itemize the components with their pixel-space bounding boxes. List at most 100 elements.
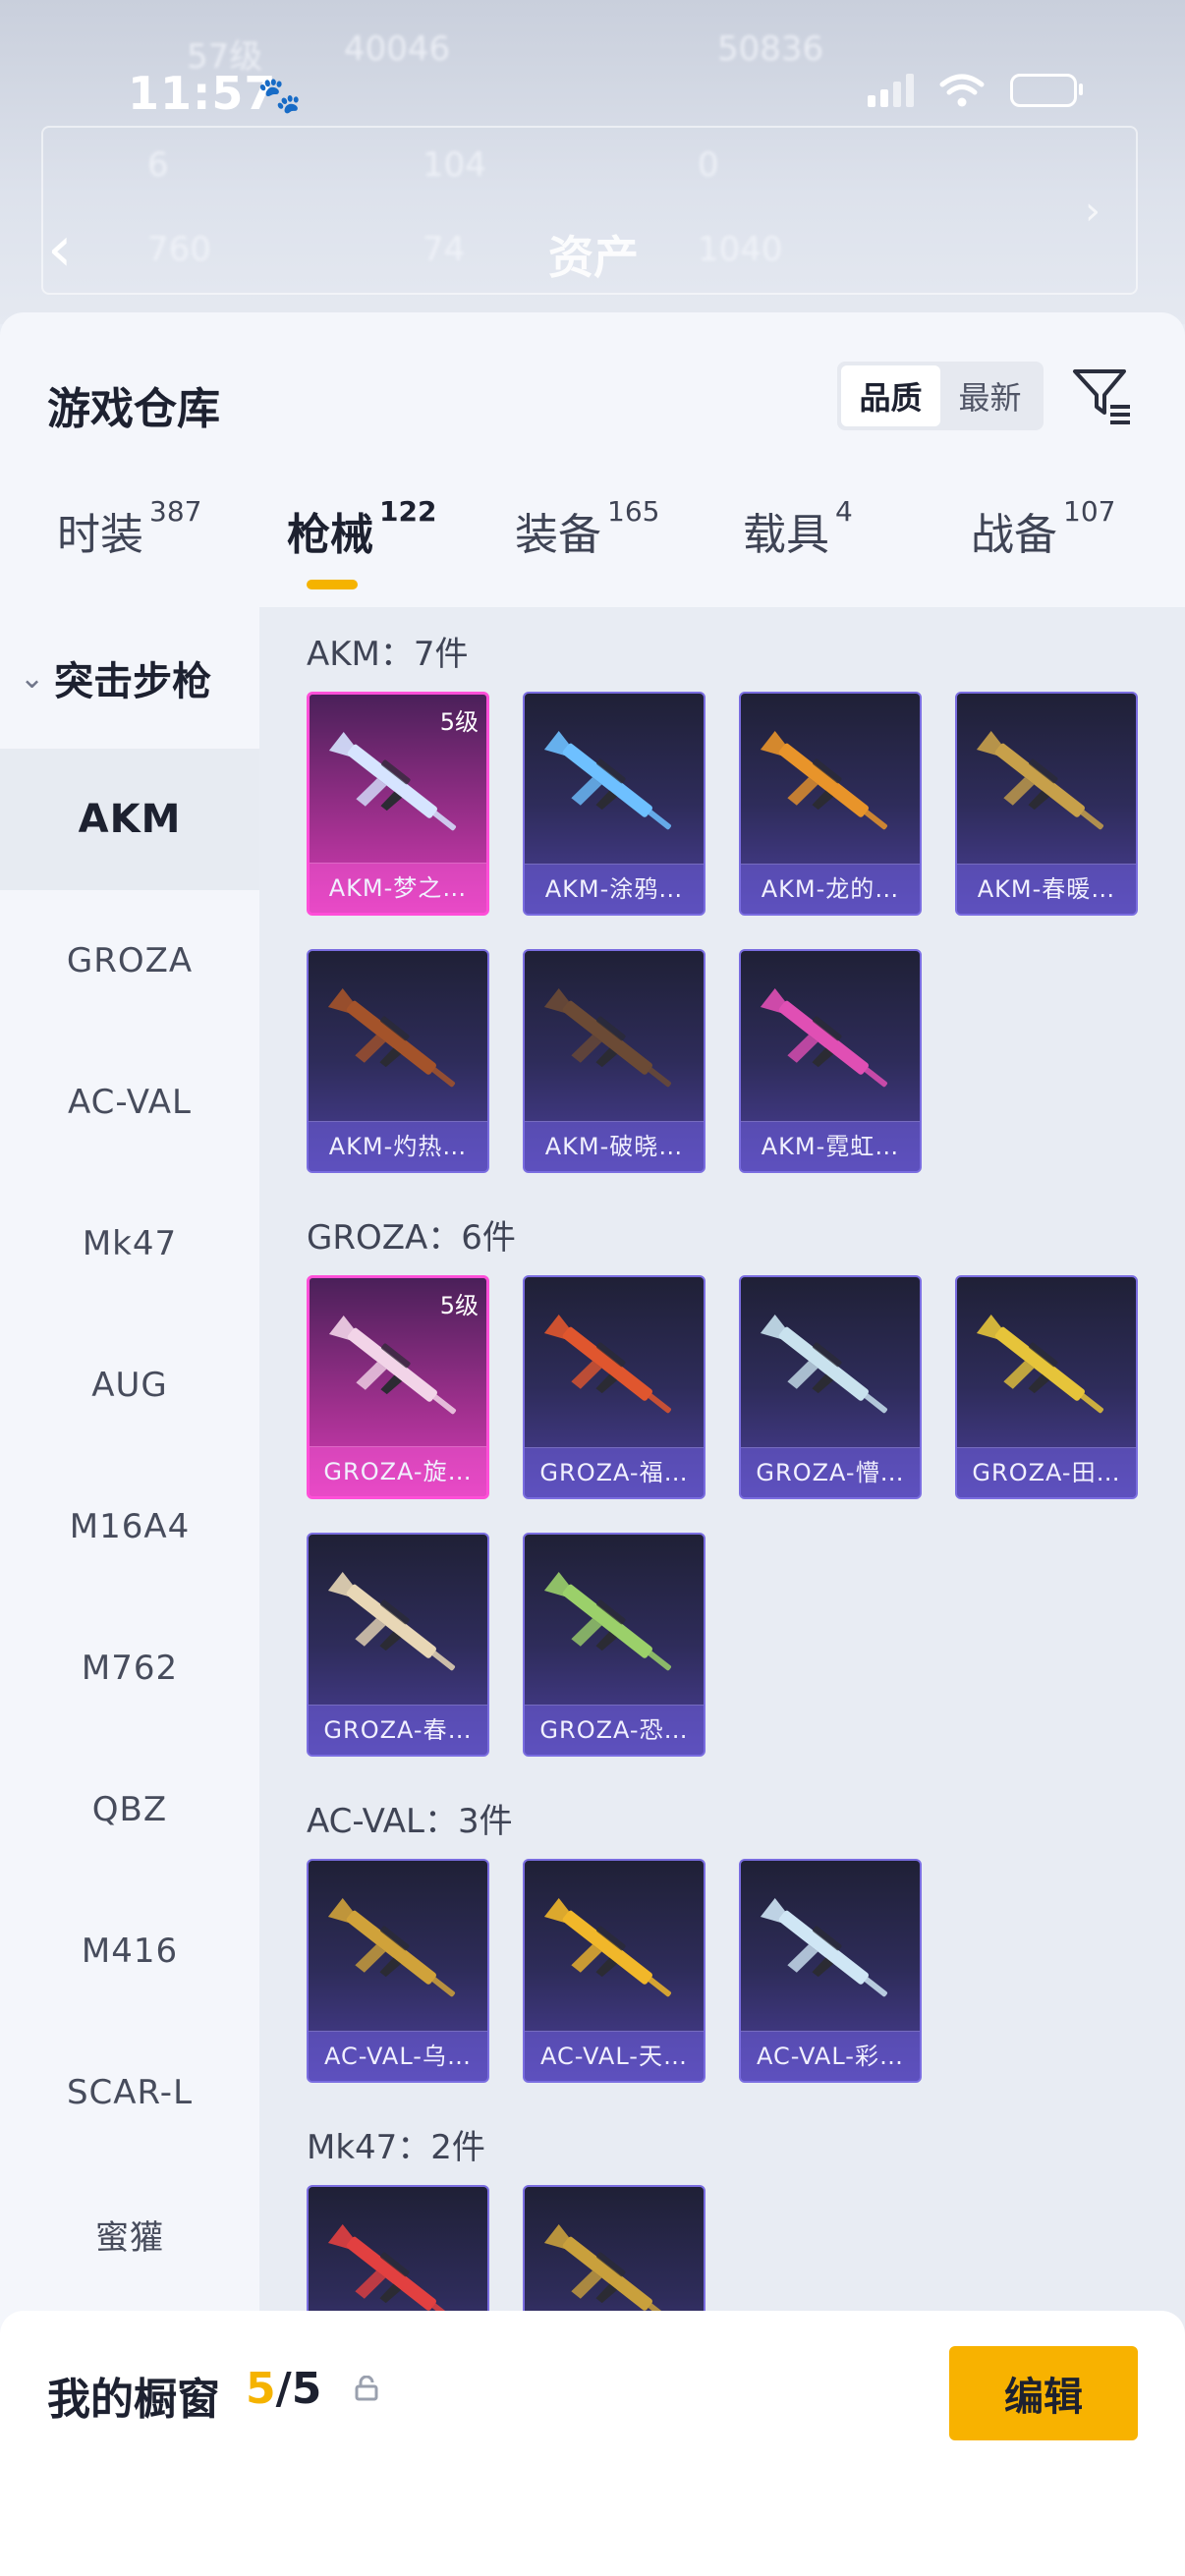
- sidebar-category-label: 突击步枪: [54, 659, 212, 704]
- weapon-skin-image: [760, 1315, 888, 1414]
- weapon-name: AKM-灼热…: [309, 1121, 487, 1171]
- bg-value-text: 40046: [344, 29, 451, 69]
- chevron-right-icon: ›: [1085, 189, 1100, 234]
- weapon-skin-image: [327, 1572, 456, 1671]
- warehouse-sheet: 游戏仓库 品质 最新 时装 387 枪械 122 装备 165 载具 4 战备 107 ⌄…: [0, 312, 1185, 2576]
- tab-supplies[interactable]: 战备 107: [971, 495, 1115, 562]
- weapon-card[interactable]: AKM-霓虹…: [739, 949, 922, 1173]
- chevron-down-icon: ⌄: [20, 660, 45, 696]
- weapon-name: AKM-梦之…: [310, 863, 486, 913]
- weapon-card[interactable]: AC-VAL-彩…: [739, 1859, 922, 2083]
- sidebar-item-groza[interactable]: GROZA: [0, 890, 259, 1032]
- weapon-skin-image: [328, 732, 457, 831]
- tab-firearms[interactable]: 枪械 122: [287, 495, 436, 562]
- weapon-card[interactable]: AKM-龙的…: [739, 692, 922, 916]
- back-icon[interactable]: ‹: [47, 218, 73, 281]
- active-tab-indicator: [307, 580, 358, 589]
- weapon-name: AKM-霓虹…: [741, 1121, 920, 1171]
- bg-stat: 0: [698, 145, 719, 185]
- weapon-grid: AKM：7件 5级 AKM-梦之… AKM-涂鸦… AKM-龙的… AKM-春暖… AKM-…: [259, 607, 1185, 2576]
- weapon-skin-image: [327, 1898, 456, 1997]
- weapon-skin-image: [760, 1898, 888, 1997]
- weapon-card[interactable]: 5级 AKM-梦之…: [307, 692, 489, 916]
- weapon-name: AC-VAL-乌…: [309, 2031, 487, 2081]
- sort-toggle: 品质 最新: [837, 362, 1044, 430]
- weapon-skin-image: [328, 1316, 457, 1415]
- sidebar-item-mk47[interactable]: Mk47: [0, 1173, 259, 1315]
- weapon-skin-image: [543, 1315, 672, 1414]
- sort-latest-option[interactable]: 最新: [940, 365, 1040, 426]
- edit-button[interactable]: 编辑: [949, 2346, 1138, 2440]
- sidebar-item-m416[interactable]: M416: [0, 1880, 259, 2022]
- weapon-card[interactable]: AC-VAL-乌…: [307, 1859, 489, 2083]
- tab-vehicles[interactable]: 载具 4: [743, 495, 853, 562]
- weapon-name: AKM-破晓…: [525, 1121, 704, 1171]
- weapon-card[interactable]: GROZA-田…: [955, 1275, 1138, 1499]
- battery-icon: [1010, 74, 1083, 107]
- filter-icon[interactable]: [1069, 362, 1136, 428]
- showcase-count: 5/5: [246, 2364, 322, 2414]
- weapon-card[interactable]: AC-VAL-天…: [523, 1859, 705, 2083]
- weapon-card[interactable]: 5级 GROZA-旋…: [307, 1275, 489, 1499]
- sheet-title: 游戏仓库: [47, 384, 220, 434]
- sidebar-item-scar-l[interactable]: SCAR-L: [0, 2022, 259, 2163]
- weapon-name: AKM-龙的…: [741, 864, 920, 914]
- sidebar-item-qbz[interactable]: QBZ: [0, 1739, 259, 1880]
- signal-icon: [868, 74, 914, 107]
- weapon-card[interactable]: GROZA-恐…: [523, 1533, 705, 1757]
- sidebar-item-ac-val[interactable]: AC-VAL: [0, 1032, 259, 1173]
- weapon-name: GROZA-懵…: [741, 1447, 920, 1497]
- weapon-skin-image: [760, 988, 888, 1088]
- group-label: AKM：7件: [307, 635, 469, 674]
- weapon-name: GROZA-春…: [309, 1705, 487, 1755]
- weapon-skin-image: [760, 731, 888, 830]
- weapon-card[interactable]: GROZA-懵…: [739, 1275, 922, 1499]
- weapon-card[interactable]: GROZA-春…: [307, 1533, 489, 1757]
- lock-icon: [355, 2376, 378, 2401]
- bg-title: 资产: [548, 231, 639, 284]
- weapon-name: AKM-涂鸦…: [525, 864, 704, 914]
- sort-quality-option[interactable]: 品质: [841, 365, 940, 426]
- weapon-name: GROZA-田…: [957, 1447, 1136, 1497]
- group-label: AC-VAL：3件: [307, 1802, 513, 1841]
- sidebar-category-header[interactable]: ⌄ 突击步枪: [0, 607, 259, 749]
- weapon-skin-image: [543, 988, 672, 1088]
- bg-stat: 6: [147, 145, 169, 185]
- weapon-name: GROZA-恐…: [525, 1705, 704, 1755]
- weapon-skin-image: [327, 988, 456, 1088]
- category-tabs: 时装 387 枪械 122 装备 165 载具 4 战备 107: [0, 495, 1185, 588]
- bg-stat: 74: [423, 230, 466, 269]
- sidebar-item-m762[interactable]: M762: [0, 1597, 259, 1739]
- weapon-card[interactable]: GROZA-福…: [523, 1275, 705, 1499]
- weapon-name: AKM-春暖…: [957, 864, 1136, 914]
- weapon-skin-image: [543, 1898, 672, 1997]
- paw-icon: 🐾: [257, 76, 302, 116]
- weapon-name: AC-VAL-天…: [525, 2031, 704, 2081]
- sidebar-item-akm[interactable]: AKM: [0, 749, 259, 890]
- weapon-skin-image: [543, 731, 672, 830]
- bg-stat: 104: [423, 145, 486, 185]
- sidebar-item-aug[interactable]: AUG: [0, 1315, 259, 1456]
- weapon-card[interactable]: AKM-涂鸦…: [523, 692, 705, 916]
- wifi-icon: [939, 74, 985, 107]
- weapon-skin-image: [976, 731, 1104, 830]
- weapon-skin-image: [976, 1315, 1104, 1414]
- weapon-card[interactable]: AKM-春暖…: [955, 692, 1138, 916]
- bg-stat: 1040: [698, 230, 783, 269]
- sidebar-item-m16a4[interactable]: M16A4: [0, 1456, 259, 1597]
- group-label: GROZA：6件: [307, 1218, 516, 1258]
- weapon-name: AC-VAL-彩…: [741, 2031, 920, 2081]
- tab-equipment[interactable]: 装备 165: [515, 495, 659, 562]
- status-time: 11:57: [128, 67, 277, 120]
- level-badge: 5级: [439, 1292, 479, 1319]
- weapon-name: GROZA-旋…: [310, 1446, 486, 1496]
- background-header: 57级 40046 50836 6 104 0 760 74 1040 11:5…: [0, 0, 1185, 324]
- showcase-label: 我的橱窗: [47, 2375, 220, 2425]
- weapon-card[interactable]: AKM-灼热…: [307, 949, 489, 1173]
- sidebar-item-蜜獾[interactable]: 蜜獾: [0, 2163, 259, 2305]
- tab-fashion[interactable]: 时装 387: [57, 495, 201, 562]
- bg-stat: 760: [147, 230, 211, 269]
- weapon-name: GROZA-福…: [525, 1447, 704, 1497]
- level-badge: 5级: [439, 708, 479, 736]
- weapon-card[interactable]: AKM-破晓…: [523, 949, 705, 1173]
